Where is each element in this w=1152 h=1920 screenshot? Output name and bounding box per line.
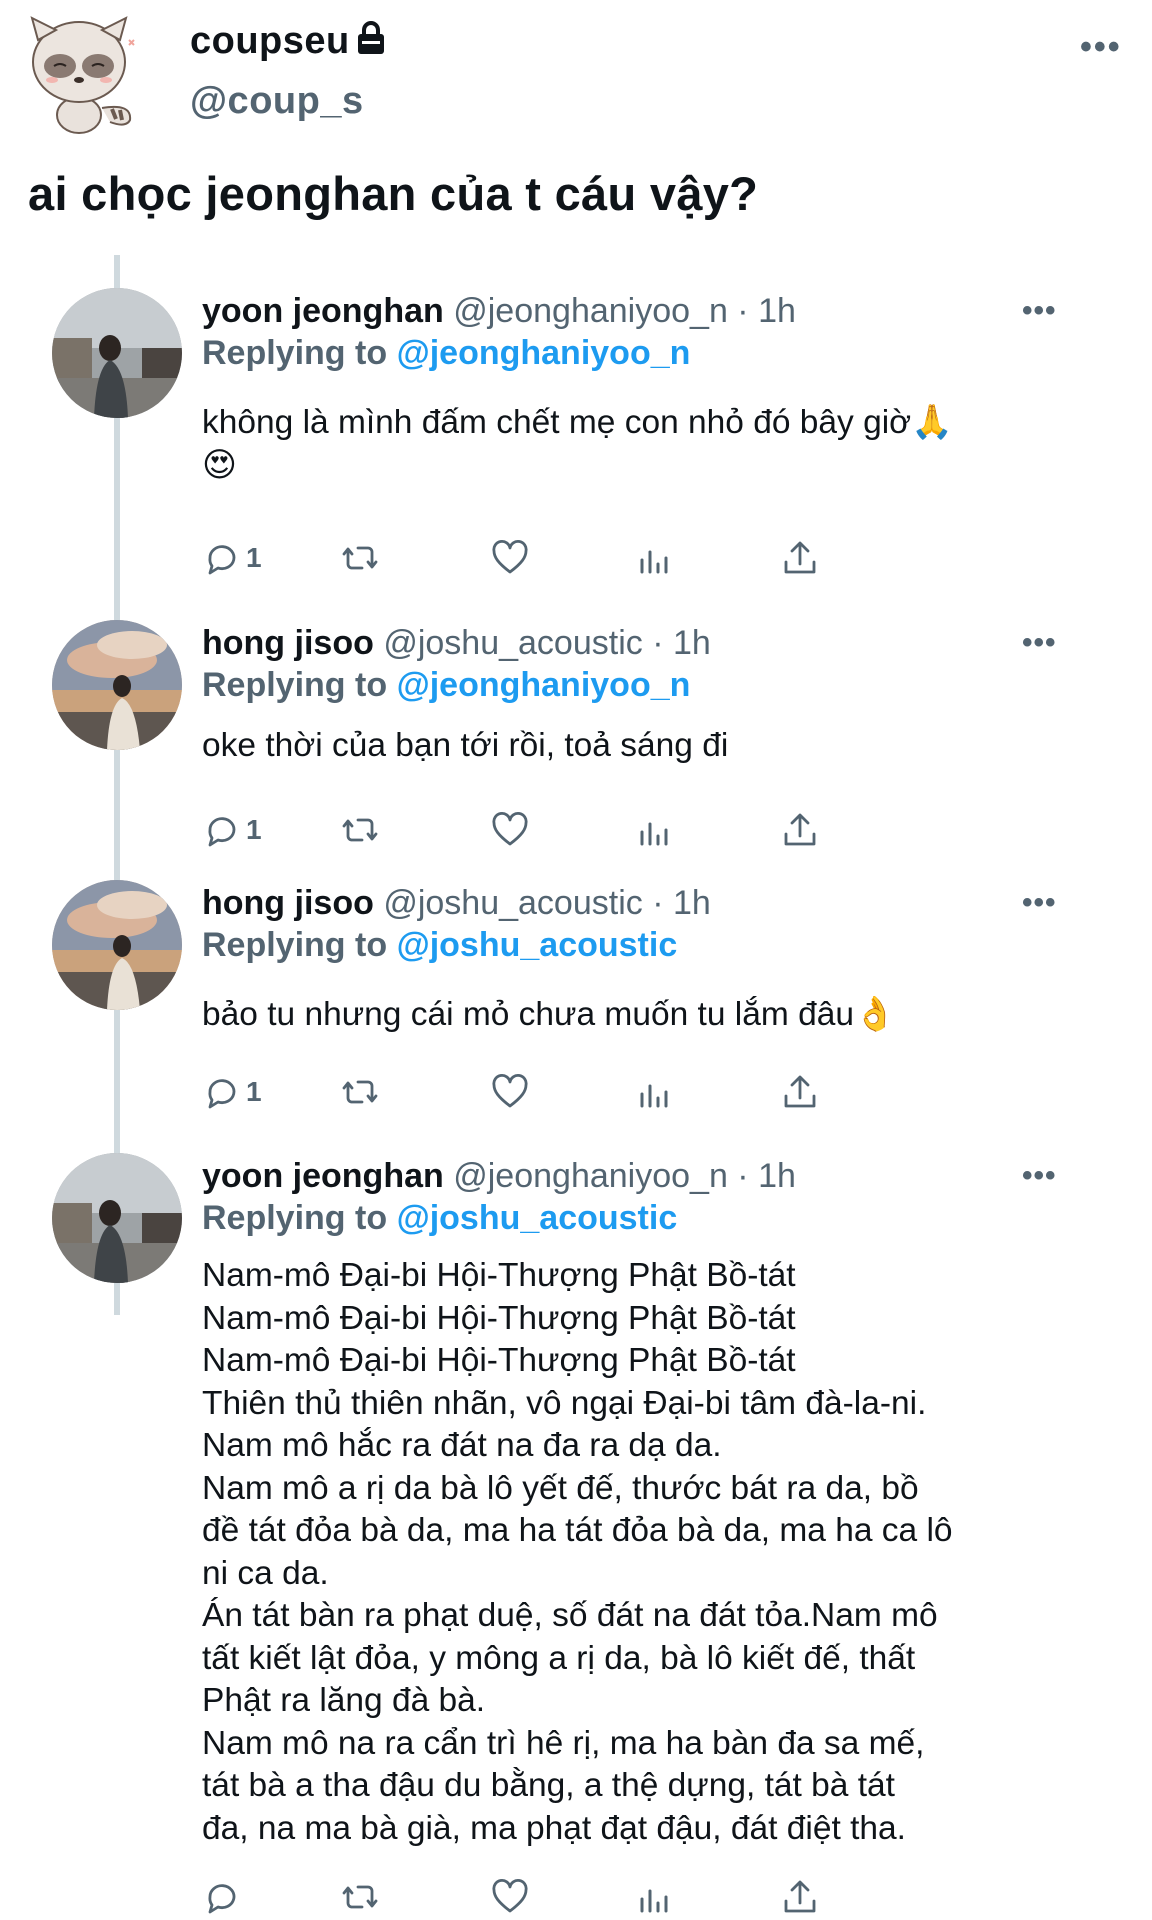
tweet-text: ai chọc jeonghan của t cáu vậy? [28, 167, 759, 220]
share-button[interactable] [780, 808, 820, 852]
reply-header: yoon jeonghan @jeonghaniyoo_n · 1h [202, 292, 796, 331]
reply-header: hong jisoo @joshu_acoustic · 1h [202, 624, 711, 663]
like-button[interactable] [490, 1875, 530, 1919]
retweet-icon [342, 546, 378, 570]
analytics-icon [640, 550, 668, 574]
more-options-icon[interactable]: ••• [1022, 1159, 1057, 1193]
reply-button[interactable]: 1 [202, 536, 262, 580]
reply-author-name[interactable]: yoon jeonghan [202, 1157, 444, 1195]
retweet-icon [342, 818, 378, 842]
more-options-icon[interactable]: ••• [1022, 294, 1057, 328]
jisoo-avatar[interactable] [52, 620, 182, 750]
reply-button[interactable]: 1 [202, 808, 262, 852]
reply-author-handle[interactable]: @jeonghaniyoo_n · 1h [453, 292, 796, 330]
reply-icon [208, 545, 236, 575]
share-icon [784, 1880, 816, 1913]
like-button[interactable] [490, 1070, 530, 1114]
like-icon [492, 1073, 528, 1108]
reply-author-name[interactable]: hong jisoo [202, 624, 374, 662]
analytics-button[interactable] [634, 1070, 674, 1114]
reply-author-name[interactable]: yoon jeonghan [202, 292, 444, 330]
share-button[interactable] [780, 536, 820, 580]
jeonghan-avatar[interactable] [52, 288, 182, 418]
raccoon-icon [30, 16, 135, 134]
reply-text: bảo tu nhưng cái mỏ chưa muốn tu lắm đâu… [202, 996, 896, 1033]
reply-author-name[interactable]: hong jisoo [202, 884, 374, 922]
like-button[interactable] [490, 536, 530, 580]
action-bar: 1 [202, 808, 962, 852]
jeonghan-avatar[interactable] [52, 1153, 182, 1283]
more-options-icon[interactable]: ••• [1080, 28, 1122, 67]
reply-text: oke thời của bạn tới rồi, toả sáng đi [202, 727, 729, 764]
analytics-icon [640, 1889, 668, 1913]
more-options-icon[interactable]: ••• [1022, 626, 1057, 660]
replying-to: Replying to @jeonghaniyoo_n [202, 666, 691, 704]
reply-button[interactable] [202, 1875, 246, 1919]
action-bar [202, 1875, 962, 1919]
analytics-button[interactable] [634, 808, 674, 852]
reply-author-handle[interactable]: @joshu_acoustic · 1h [383, 884, 710, 922]
replying-to: Replying to @joshu_acoustic [202, 926, 678, 964]
share-button[interactable] [780, 1070, 820, 1114]
like-icon [492, 1878, 528, 1913]
share-icon [784, 541, 816, 574]
mention-link[interactable]: @jeonghaniyoo_n [397, 334, 691, 372]
analytics-icon [640, 1084, 668, 1108]
more-options-icon[interactable]: ••• [1022, 886, 1057, 920]
author-handle[interactable]: @coup_s [190, 80, 364, 123]
like-icon [492, 539, 528, 574]
author-avatar[interactable] [24, 10, 154, 135]
mention-link[interactable]: @joshu_acoustic [397, 1199, 678, 1237]
mention-link[interactable]: @jeonghaniyoo_n [397, 666, 691, 704]
analytics-button[interactable] [634, 1875, 674, 1919]
share-icon [784, 813, 816, 846]
retweet-button[interactable] [340, 808, 380, 852]
jisoo-avatar[interactable] [52, 880, 182, 1010]
analytics-button[interactable] [634, 536, 674, 580]
reply-icon [208, 1884, 236, 1914]
action-bar: 1 [202, 1070, 962, 1114]
lock-icon [356, 20, 386, 65]
reply-icon [208, 817, 236, 847]
like-button[interactable] [490, 808, 530, 852]
replying-to: Replying to @joshu_acoustic [202, 1199, 678, 1237]
reply-author-handle[interactable]: @joshu_acoustic · 1h [383, 624, 710, 662]
share-icon [784, 1075, 816, 1108]
analytics-icon [640, 822, 668, 846]
retweet-button[interactable] [340, 1070, 380, 1114]
replying-to: Replying to @jeonghaniyoo_n [202, 334, 691, 372]
retweet-button[interactable] [340, 1875, 380, 1919]
like-icon [492, 811, 528, 846]
reply-icon [208, 1079, 236, 1109]
reply-author-handle[interactable]: @jeonghaniyoo_n · 1h [453, 1157, 796, 1195]
reply-button[interactable]: 1 [202, 1070, 262, 1114]
mention-link[interactable]: @joshu_acoustic [397, 926, 678, 964]
author-display-name[interactable]: coupseu [190, 20, 386, 65]
retweet-icon [342, 1885, 378, 1909]
retweet-button[interactable] [340, 536, 380, 580]
reply-text: không là mình đấm chết mẹ con nhỏ đó bây… [202, 404, 953, 484]
retweet-icon [342, 1080, 378, 1104]
reply-header: hong jisoo @joshu_acoustic · 1h [202, 884, 711, 923]
reply-header: yoon jeonghan @jeonghaniyoo_n · 1h [202, 1157, 796, 1196]
reply-text: Nam-mô Đại-bi Hội-Thượng Phật Bồ-tát Nam… [202, 1257, 953, 1847]
share-button[interactable] [780, 1875, 820, 1919]
action-bar: 1 [202, 536, 962, 580]
